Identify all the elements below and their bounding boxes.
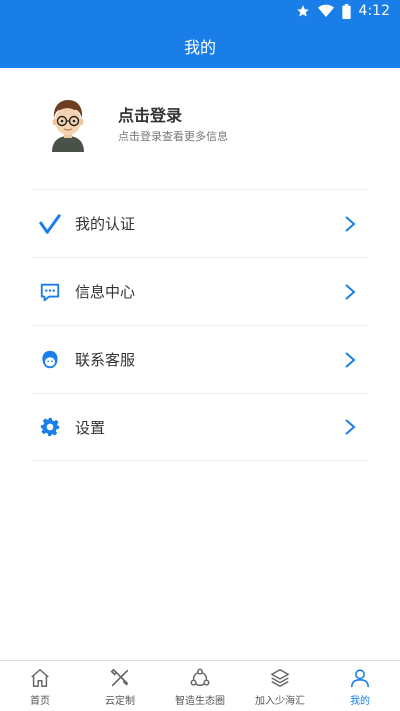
message-icon <box>39 281 61 303</box>
menu-item-settings[interactable]: 设置 <box>32 393 368 461</box>
tab-cloud-custom[interactable]: 云定制 <box>80 661 160 711</box>
menu-list: 我的认证 信息中心 联系客服 设置 <box>32 189 368 461</box>
status-time: 4:12 <box>358 3 390 19</box>
tab-mine[interactable]: 我的 <box>320 661 400 711</box>
menu-item-customer-service[interactable]: 联系客服 <box>32 325 368 393</box>
tab-label: 我的 <box>350 696 370 707</box>
tab-ecosystem[interactable]: 智造生态圈 <box>160 661 240 711</box>
login-title[interactable]: 点击登录 <box>118 102 182 126</box>
tab-label: 智造生态圈 <box>175 696 225 707</box>
layers-icon <box>271 669 289 687</box>
page-title: 我的 <box>183 38 216 57</box>
home-icon <box>31 669 49 687</box>
menu-item-label: 联系客服 <box>75 351 136 369</box>
status-bar: 4:12 <box>0 0 400 24</box>
chevron-right-icon <box>345 215 356 232</box>
chevron-right-icon <box>345 283 356 300</box>
battery-icon <box>341 3 351 19</box>
user-icon <box>350 669 370 688</box>
app-bar: 我的 <box>0 24 400 68</box>
star-icon <box>296 5 309 17</box>
tab-join[interactable]: 加入少海汇 <box>240 661 320 711</box>
support-icon <box>39 349 61 371</box>
menu-item-label: 设置 <box>75 418 106 437</box>
avatar-cartoon-icon[interactable] <box>40 96 96 152</box>
menu-item-label: 我的认证 <box>75 215 136 233</box>
check-icon <box>39 213 61 235</box>
tab-label: 云定制 <box>105 696 135 707</box>
login-subtitle: 点击登录查看更多信息 <box>118 130 228 143</box>
chevron-right-icon <box>345 351 356 368</box>
wifi-icon <box>317 4 334 18</box>
status-icons: 4:12 <box>296 3 390 19</box>
tab-home[interactable]: 首页 <box>0 661 80 711</box>
menu-item-message-center[interactable]: 信息中心 <box>32 257 368 325</box>
chevron-right-icon <box>345 419 356 435</box>
ecosystem-icon <box>190 668 210 687</box>
menu-item-label: 信息中心 <box>75 283 136 301</box>
bottom-tab-bar: 首页 云定制 智造生态圈 加入少海汇 我的 <box>0 660 400 711</box>
gear-icon <box>39 416 61 438</box>
tab-label: 首页 <box>30 696 50 707</box>
profile-login-card[interactable]: 点击登录 点击登录查看更多信息 <box>0 68 400 188</box>
tab-label: 加入少海汇 <box>255 696 305 707</box>
menu-item-certification[interactable]: 我的认证 <box>32 189 368 257</box>
tools-icon <box>110 668 129 687</box>
